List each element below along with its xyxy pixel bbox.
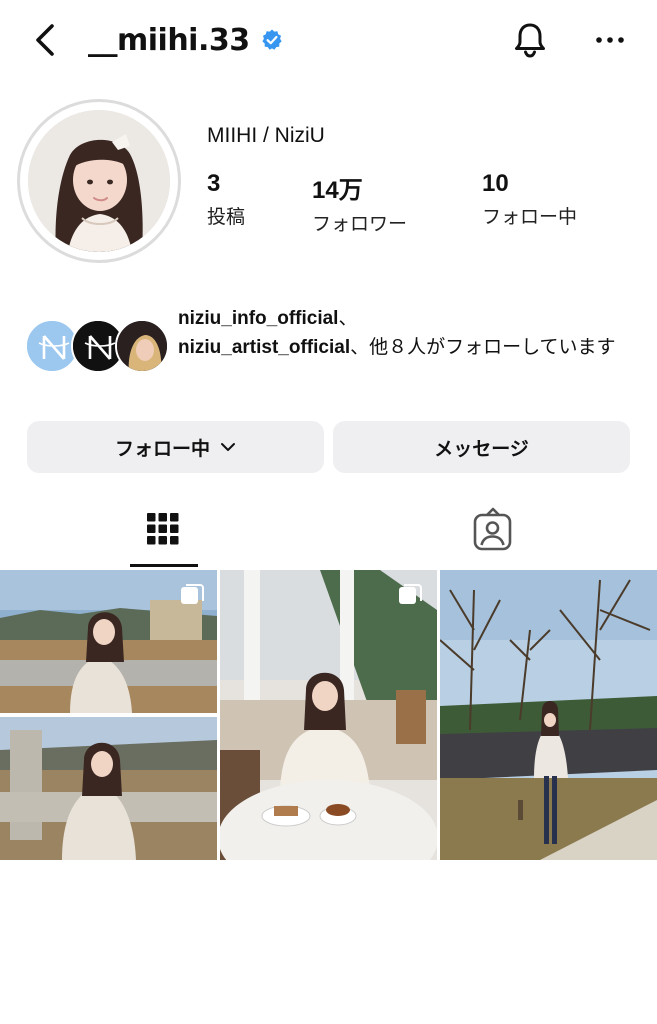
followed-by-rest: 、他８人がフォローしています [350,336,616,358]
separator: 、 [338,307,358,329]
post-2-photo [220,570,437,860]
posts-count: 3 [207,170,221,197]
post-3-photo [440,570,657,860]
following-count: 10 [482,170,509,197]
avatar[interactable] [28,110,170,252]
tab-posts-grid[interactable] [128,503,198,565]
notifications-button[interactable] [508,18,552,62]
mutual-account-1: niziu_info_official [178,308,339,329]
header-bar: __miihi.33 [0,0,657,80]
avatar-photo [28,110,170,252]
carousel-icon [181,584,204,604]
mutual-account-2: niziu_artist_official [178,337,351,358]
stat-posts[interactable]: 3 投稿 [207,170,245,229]
chevron-left-icon [36,24,54,56]
post-1-photo [0,570,217,860]
tab-tagged[interactable] [458,503,528,565]
followed-by-text[interactable]: niziu_info_official、 niziu_artist_offici… [178,304,628,362]
followers-label: フォロワー [312,213,408,235]
stat-following[interactable]: 10 フォロー中 [482,170,577,229]
more-options-button[interactable] [590,20,630,60]
username-label: __miihi.33 [88,22,250,58]
verified-badge-icon [262,29,282,50]
stat-followers[interactable]: 14万 フォロワー [312,170,407,236]
message-button-label: メッセージ [434,437,529,460]
member-avatar-photo [117,321,167,371]
chevron-down-icon [221,443,235,451]
more-horizontal-icon [596,37,624,43]
followers-count: 14万 [312,177,363,204]
following-button-label: フォロー中 [114,437,210,460]
message-button[interactable]: メッセージ [333,421,630,473]
grid-icon [147,513,179,545]
post-tile-2[interactable] [220,570,437,860]
following-label: フォロー中 [482,206,578,228]
mutual-avatar-member [115,319,169,373]
post-tile-1[interactable] [0,570,217,860]
mutual-followers-avatars[interactable] [25,319,169,375]
tagged-user-icon [473,507,512,551]
posts-grid [0,570,657,860]
posts-label: 投稿 [207,206,246,228]
following-button[interactable]: フォロー中 [27,421,324,473]
username-title: __miihi.33 [88,18,284,62]
bell-icon [515,23,545,58]
back-button[interactable] [30,20,64,60]
display-name: MIIHI / NiziU [207,124,325,147]
post-tile-3[interactable] [440,570,657,860]
active-tab-indicator [130,564,198,567]
carousel-icon [399,584,422,604]
